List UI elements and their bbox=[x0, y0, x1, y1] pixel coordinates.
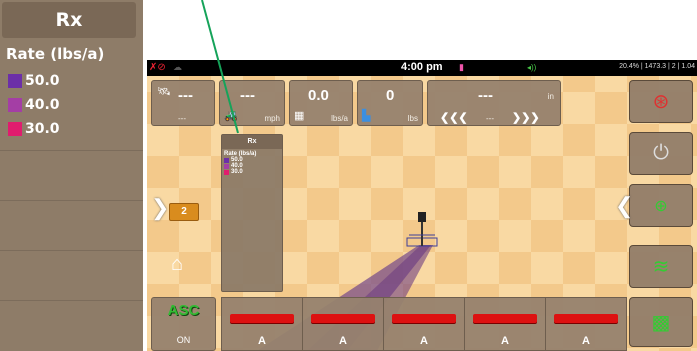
legend-value: 30.0 bbox=[25, 121, 60, 137]
section-bar bbox=[473, 314, 537, 323]
speed-tile[interactable]: --- 🚜 mph bbox=[219, 80, 285, 126]
divider bbox=[0, 300, 143, 301]
legend-value: 50.0 bbox=[25, 73, 60, 89]
legend-value: 40.0 bbox=[25, 97, 60, 113]
rate-tile[interactable]: 0.0 ▦ lbs/a bbox=[289, 80, 353, 126]
joystick-icon: ⏻ bbox=[653, 142, 669, 164]
zoomed-legend-item: 40.0 bbox=[8, 97, 60, 113]
zoomed-legend-item: 50.0 bbox=[8, 73, 60, 89]
section-2[interactable]: A bbox=[303, 298, 384, 350]
rx-legend-title: Rx bbox=[222, 135, 282, 149]
section-bar bbox=[392, 314, 456, 323]
total-value: 0 bbox=[386, 87, 395, 104]
home-icon[interactable]: ⌂ bbox=[171, 253, 183, 276]
section-bar bbox=[554, 314, 618, 323]
field-map-icon: ▩ bbox=[651, 311, 671, 334]
expand-left-chevron-icon[interactable]: ❯ bbox=[151, 195, 169, 221]
section-state: A bbox=[339, 335, 347, 347]
divider bbox=[0, 250, 143, 251]
section-state: A bbox=[582, 335, 590, 347]
divider bbox=[0, 200, 143, 201]
section-1[interactable]: A bbox=[222, 298, 303, 350]
legend-swatch bbox=[224, 157, 229, 163]
guidance-offset: --- bbox=[486, 114, 494, 123]
joystick-button[interactable]: ⏻ bbox=[629, 132, 693, 175]
legend-value: 30.0 bbox=[231, 169, 243, 175]
device-screen: ✗⊘ ☁ 4:00 pm ▮ ◂)) 20.4% | 1473.3 | 2 | … bbox=[147, 60, 697, 351]
screenshot-root: Rx Rate (lbs/a) 50.0 40.0 30.0 ✗⊘ ☁ 4:00… bbox=[0, 0, 697, 351]
heat-button[interactable]: ≋ bbox=[629, 245, 693, 288]
legend-swatch bbox=[8, 74, 22, 88]
status-bar: ✗⊘ ☁ 4:00 pm ▮ ◂)) 20.4% | 1473.3 | 2 | … bbox=[147, 60, 697, 76]
zoomed-legend-subtitle: Rate (lbs/a) bbox=[6, 45, 105, 63]
tractor-speed-icon: 🚜 bbox=[224, 110, 238, 122]
section-5[interactable]: A bbox=[546, 298, 626, 350]
asc-icon: ASC bbox=[167, 302, 200, 319]
camera-count: 2 bbox=[181, 206, 187, 217]
section-control-bar: A A A A A bbox=[221, 297, 627, 351]
gps-warning-icon: ✗⊘ bbox=[149, 62, 166, 73]
guidance-pattern-button[interactable]: ⊕ bbox=[629, 184, 693, 227]
steering-wheel-icon: ⊛ bbox=[652, 91, 670, 113]
auto-steer-button[interactable]: ⊛ bbox=[629, 80, 693, 123]
guidance-tile[interactable]: --- in ❮❮❮ --- ❯❯❯ bbox=[427, 80, 561, 126]
rate-value: 0.0 bbox=[308, 87, 329, 104]
zoomed-legend-item: 30.0 bbox=[8, 121, 60, 137]
rx-legend-subtitle: Rate (lbs/a) bbox=[224, 151, 257, 157]
speed-value: --- bbox=[240, 87, 255, 104]
clock-time: 4:00 pm bbox=[401, 61, 443, 73]
status-readout: 20.4% | 1473.3 | 2 | 1.04 bbox=[619, 63, 695, 70]
guidance-unit: in bbox=[547, 92, 554, 101]
legend-swatch bbox=[224, 163, 229, 169]
guidance-pattern-icon: ⊕ bbox=[654, 197, 668, 215]
zoomed-legend-title: Rx bbox=[2, 2, 136, 38]
satellite-icon: 🛰 bbox=[157, 86, 171, 98]
legend-swatch bbox=[224, 169, 229, 175]
rx-legend-item: 30.0 bbox=[222, 169, 282, 175]
rate-unit: lbs/a bbox=[331, 114, 348, 123]
bin-icon: ▙ bbox=[362, 110, 371, 122]
section-state: A bbox=[258, 335, 266, 347]
zoomed-legend-panel: Rx Rate (lbs/a) 50.0 40.0 30.0 bbox=[0, 0, 143, 351]
total-tile[interactable]: 0 ▙ lbs bbox=[357, 80, 423, 126]
guidance-value: --- bbox=[478, 87, 493, 104]
total-unit: lbs bbox=[407, 114, 418, 123]
section-4[interactable]: A bbox=[465, 298, 546, 350]
heat-wave-icon: ≋ bbox=[652, 256, 670, 278]
expand-right-chevron-icon[interactable]: ❮ bbox=[615, 193, 633, 219]
right-arrows-icon: ❯❯❯ bbox=[512, 112, 540, 124]
speed-unit: mph bbox=[264, 114, 280, 123]
field-map-button[interactable]: ▩ bbox=[629, 297, 693, 347]
spreader-icon: ▦ bbox=[294, 110, 305, 122]
storage-icon: ▮ bbox=[459, 62, 464, 72]
gps-tile[interactable]: 🛰 --- --- bbox=[151, 80, 215, 126]
asc-state: ON bbox=[176, 335, 191, 345]
section-state: A bbox=[501, 335, 509, 347]
gps-value: --- bbox=[178, 87, 193, 104]
left-arrows-icon: ❮❮❮ bbox=[440, 112, 468, 124]
satellite-icon: ☁ bbox=[173, 62, 182, 72]
divider bbox=[0, 150, 143, 151]
section-state: A bbox=[420, 335, 428, 347]
rx-legend-box[interactable]: Rx Rate (lbs/a) 50.0 40.0 30.0 bbox=[221, 134, 283, 292]
section-bar bbox=[311, 314, 375, 323]
gps-unit: --- bbox=[178, 114, 186, 123]
legend-swatch bbox=[8, 122, 22, 136]
legend-swatch bbox=[8, 98, 22, 112]
asc-button[interactable]: ASC ON bbox=[151, 297, 216, 351]
section-bar bbox=[230, 314, 294, 323]
section-3[interactable]: A bbox=[384, 298, 465, 350]
signal-icon: ◂)) bbox=[527, 63, 537, 72]
camera-button[interactable]: 2 bbox=[169, 203, 199, 221]
